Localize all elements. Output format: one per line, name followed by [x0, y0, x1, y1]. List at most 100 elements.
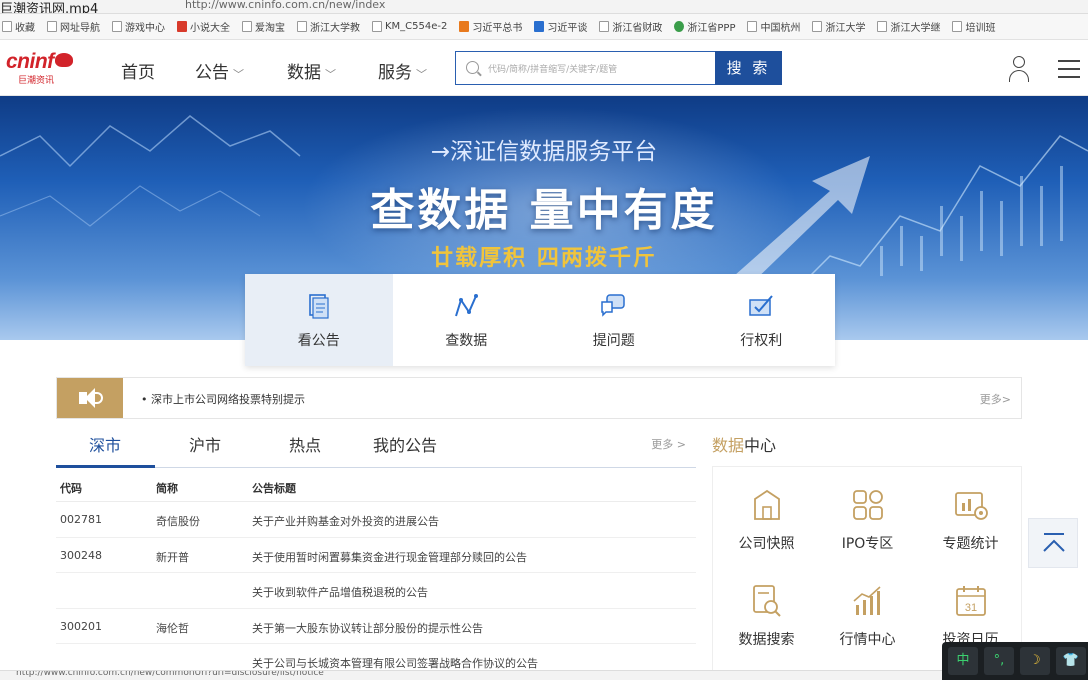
bookmark-item[interactable]: 网址导航: [47, 19, 100, 34]
bookmark-item[interactable]: 游戏中心: [112, 19, 165, 34]
announcement-title[interactable]: 关于收到软件产品增值税退税的公告: [252, 584, 428, 600]
tile-ask-question[interactable]: 提问题: [540, 274, 688, 366]
ime-punctuation-toggle[interactable]: °,: [984, 647, 1014, 675]
bar-chart-icon: [852, 586, 881, 615]
announcement-title[interactable]: 关于使用暂时闲置募集资金进行现金管理部分赎回的公告: [252, 549, 527, 565]
status-url: http://www.cninfo.com.cn/new/commonUrl?u…: [16, 670, 324, 678]
data-center-market-center[interactable]: 行情中心: [816, 583, 919, 649]
cninfo-logo[interactable]: cninf 巨潮资讯: [6, 50, 86, 86]
table-header: 代码 简称 公告标题: [56, 470, 696, 502]
logo-text-cn: 巨潮资讯: [18, 76, 55, 86]
announcement-title[interactable]: 关于产业并购基金对外投资的进展公告: [252, 513, 439, 529]
chat-bubble-icon: [601, 294, 625, 317]
red-app-icon: [177, 21, 187, 32]
bookmark-item[interactable]: 习近平总书: [459, 19, 522, 34]
orange-app-icon: [459, 21, 470, 32]
quick-tiles: 看公告 查数据 提问题 行权利: [245, 274, 835, 366]
data-center-label: 专题统计: [942, 536, 999, 552]
nav-home[interactable]: 首页: [121, 58, 155, 83]
url-field[interactable]: http://www.cninfo.com.cn/new/index: [185, 0, 385, 11]
page-icon: [877, 21, 888, 32]
table-row[interactable]: 300201 海伦哲 关于第一大股东协议转让部分股份的提示性公告: [56, 609, 696, 644]
active-tab-indicator: [56, 465, 155, 468]
search-icon: [466, 61, 479, 74]
stock-code: 002781: [60, 513, 102, 526]
star-icon: [2, 21, 12, 32]
search-button[interactable]: 搜 索: [715, 51, 782, 85]
tile-exercise-rights[interactable]: 行权利: [687, 274, 835, 366]
bookmark-label: 中国杭州: [760, 23, 801, 34]
stock-name[interactable]: 海伦哲: [156, 620, 189, 636]
tile-query-data[interactable]: 查数据: [392, 274, 540, 366]
blue-app-icon: [534, 21, 545, 32]
bookmark-item[interactable]: 浙江省财政: [599, 19, 662, 34]
bookmark-item[interactable]: KM_C554e-2: [372, 21, 447, 32]
vote-check-icon: [748, 295, 773, 316]
ime-moon-icon[interactable]: ☽: [1020, 647, 1050, 675]
tab-hot[interactable]: 热点: [289, 432, 321, 456]
notice-bar: • 深市上市公司网络投票特别提示 更多>: [56, 377, 1022, 419]
bookmark-item[interactable]: 收藏: [2, 19, 35, 34]
nav-data[interactable]: 数据 ﹀: [287, 58, 336, 83]
announcements-more-link[interactable]: 更多 >: [651, 436, 686, 452]
bookmark-item[interactable]: 浙江大学: [812, 19, 865, 34]
page-icon: [112, 21, 122, 32]
ime-language-toggle[interactable]: 中: [948, 647, 978, 675]
bookmark-label: 浙江大学教: [310, 23, 360, 34]
nav-label: 服务: [378, 63, 412, 83]
data-center-investment-calendar[interactable]: 31 投资日历: [919, 583, 1022, 649]
bookmark-label: KM_C554e-2: [385, 21, 448, 32]
bookmark-item[interactable]: 爱淘宝: [242, 19, 285, 34]
page-icon: [952, 21, 963, 32]
stock-name[interactable]: 新开普: [156, 549, 189, 565]
nav-services[interactable]: 服务 ﹀: [378, 58, 427, 83]
notice-link[interactable]: • 深市上市公司网络投票特别提示: [141, 391, 305, 407]
tab-shenzhen[interactable]: 深市: [89, 432, 121, 456]
data-center-label: 公司快照: [738, 536, 795, 552]
data-center-ipo-zone[interactable]: IPO专区: [816, 487, 919, 553]
bookmark-item[interactable]: 浙江省PPP: [674, 19, 735, 34]
document-icon: [309, 294, 329, 319]
tab-shanghai[interactable]: 沪市: [189, 432, 221, 456]
user-icon[interactable]: [1008, 56, 1030, 82]
tab-my-announcements[interactable]: 我的公告: [373, 432, 437, 456]
ime-skin-icon[interactable]: 👕: [1056, 647, 1086, 675]
search-input[interactable]: 代码/简称/拼音缩写/关键字/题管: [455, 51, 715, 85]
data-center-company-snapshot[interactable]: 公司快照: [715, 487, 818, 553]
bookmark-label: 浙江省财政: [612, 23, 663, 34]
notice-more-link[interactable]: 更多>: [980, 391, 1011, 407]
nav-announcements[interactable]: 公告 ﹀: [195, 58, 244, 83]
nav-label: 公告: [195, 63, 229, 83]
search-placeholder: 代码/简称/拼音缩写/关键字/题管: [488, 65, 618, 75]
stats-icon: [954, 492, 988, 520]
globe-icon: [47, 21, 57, 32]
banner-headline: 查数据 量中有度: [370, 185, 718, 236]
bookmark-item[interactable]: 中国杭州: [747, 19, 800, 34]
announcement-title[interactable]: 关于第一大股东协议转让部分股份的提示性公告: [252, 620, 483, 636]
back-to-top-button[interactable]: [1028, 518, 1078, 568]
data-center-title: 数据中心: [712, 436, 777, 455]
data-center-data-search[interactable]: 数据搜索: [715, 583, 818, 649]
calendar-day: 31: [964, 602, 976, 614]
table-row[interactable]: 关于收到软件产品增值税退税的公告: [56, 573, 696, 609]
arrow-up-icon: [1043, 533, 1065, 552]
bookmark-item[interactable]: 小说大全: [177, 19, 230, 34]
bookmark-item[interactable]: 培训班: [952, 19, 995, 34]
announcement-title[interactable]: 关于公司与长城资本管理有限公司签署战略合作协议的公告: [252, 655, 538, 671]
site-header: cninf 巨潮资讯 首页 公告 ﹀ 数据 ﹀ 服务 ﹀ 代码/简称/拼音缩写/关键字…: [0, 40, 1088, 96]
banner-subtitle: →深证信数据服务平台: [430, 139, 658, 165]
bookmark-item[interactable]: 习近平谈: [534, 19, 587, 34]
page-icon: [599, 21, 610, 32]
bookmark-item[interactable]: 浙江大学继: [877, 19, 940, 34]
table-row[interactable]: 300248 新开普 关于使用暂时闲置募集资金进行现金管理部分赎回的公告: [56, 538, 696, 573]
bookmark-item[interactable]: 浙江大学教: [297, 19, 360, 34]
bookmark-label: 游戏中心: [125, 23, 165, 34]
menu-icon[interactable]: [1058, 60, 1080, 78]
column-header: 代码: [60, 482, 82, 495]
tile-view-announcements[interactable]: 看公告: [245, 274, 393, 366]
stock-name[interactable]: 奇信股份: [156, 513, 200, 529]
company-icon: [753, 489, 780, 520]
table-row[interactable]: 002781 奇信股份 关于产业并购基金对外投资的进展公告: [56, 502, 696, 538]
data-center-topic-stats[interactable]: 专题统计: [919, 487, 1022, 553]
logo-swoosh-icon: [54, 53, 73, 67]
